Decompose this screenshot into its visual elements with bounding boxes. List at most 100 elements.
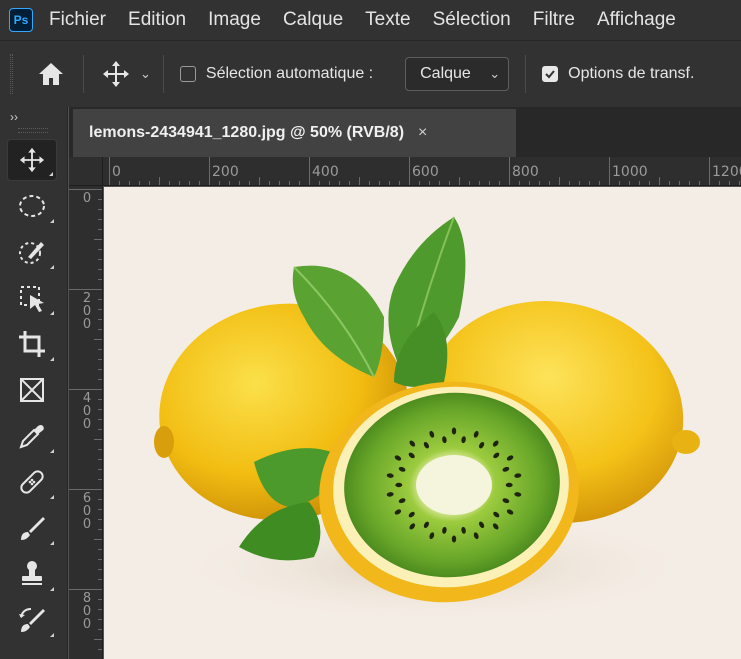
stamp-tool[interactable] — [7, 553, 57, 595]
ruler-major-tick — [69, 389, 102, 390]
move-tool[interactable] — [7, 139, 57, 181]
ruler-minor-tick — [159, 177, 160, 185]
ruler-minor-tick — [279, 181, 280, 185]
ruler-major-tick — [109, 157, 110, 185]
object-selection-icon — [20, 286, 44, 312]
separator — [525, 55, 527, 93]
eyedropper-tool[interactable] — [7, 415, 57, 457]
ruler-minor-tick — [98, 199, 102, 200]
menu-edition[interactable]: Edition — [128, 9, 186, 31]
ruler-minor-tick — [98, 319, 102, 320]
healing-brush-tool[interactable] — [7, 461, 57, 503]
ruler-origin[interactable] — [69, 157, 103, 186]
menu-image[interactable]: Image — [208, 9, 261, 31]
ellipse-marquee-tool[interactable] — [7, 185, 57, 227]
ruler-minor-tick — [98, 299, 102, 300]
ruler-minor-tick — [98, 549, 102, 550]
menu-filtre[interactable]: Filtre — [533, 9, 575, 31]
ruler-minor-tick — [139, 181, 140, 185]
quick-selection-icon — [19, 242, 44, 264]
vertical-ruler[interactable]: 0 200 400 600 800 — [69, 186, 103, 659]
ruler-minor-tick — [229, 181, 230, 185]
move-tool-icon — [103, 61, 129, 87]
ruler-label: 200 — [212, 164, 239, 180]
options-bar-grip[interactable] — [10, 54, 13, 94]
ruler-minor-tick — [649, 181, 650, 185]
ruler-minor-tick — [269, 181, 270, 185]
ruler-minor-tick — [339, 181, 340, 185]
close-icon[interactable]: × — [418, 124, 427, 142]
brush-tool[interactable] — [7, 507, 57, 549]
auto-select-checkbox[interactable] — [179, 66, 196, 82]
ruler-minor-tick — [98, 649, 102, 650]
photoshop-logo-icon[interactable]: Ps — [9, 8, 33, 32]
chevron-down-icon: ⌄ — [140, 66, 151, 81]
ruler-minor-tick — [699, 181, 700, 185]
crop-tool[interactable] — [7, 323, 57, 365]
ruler-label: 200 — [82, 291, 92, 332]
ruler-minor-tick — [519, 181, 520, 185]
ruler-label: 1000 — [612, 164, 648, 180]
ruler-minor-tick — [239, 181, 240, 185]
layer-select-dropdown[interactable]: Calque ⌄ — [405, 57, 510, 91]
tools-panel-header[interactable]: ›› — [0, 107, 67, 135]
ruler-minor-tick — [319, 181, 320, 185]
ruler-minor-tick — [98, 599, 102, 600]
kiwi-seed — [451, 535, 457, 543]
object-selection-tool[interactable] — [7, 277, 57, 319]
ruler-minor-tick — [98, 619, 102, 620]
home-button[interactable] — [31, 54, 71, 94]
history-brush-tool[interactable] — [7, 599, 57, 641]
ruler-minor-tick — [94, 439, 102, 440]
ruler-major-tick — [209, 157, 210, 185]
transform-options-checkbox[interactable] — [542, 66, 559, 82]
horizontal-ruler[interactable]: 0 200 400 600 800 1000 1200 — [103, 157, 741, 186]
ruler-label: 600 — [412, 164, 439, 180]
ruler-minor-tick — [98, 349, 102, 350]
ruler-minor-tick — [579, 181, 580, 185]
menu-bar: Ps Fichier Edition Image Calque Texte Sé… — [0, 0, 741, 40]
move-tool-preset-button[interactable]: ⌄ — [102, 60, 151, 88]
frame-tool[interactable] — [7, 369, 57, 411]
ruler-minor-tick — [98, 479, 102, 480]
stamp-icon — [22, 561, 42, 585]
ruler-minor-tick — [589, 181, 590, 185]
ruler-minor-tick — [629, 181, 630, 185]
eyedropper-icon — [19, 425, 44, 449]
document-canvas[interactable] — [104, 187, 741, 659]
menu-affichage[interactable]: Affichage — [597, 9, 676, 31]
ruler-label: 0 — [112, 164, 121, 180]
ruler-label: 800 — [82, 591, 92, 632]
ruler-minor-tick — [249, 181, 250, 185]
ruler-minor-tick — [98, 569, 102, 570]
auto-select-label: Sélection automatique : — [205, 65, 374, 82]
quick-selection-tool[interactable] — [7, 231, 57, 273]
menu-selection[interactable]: Sélection — [433, 9, 511, 31]
ruler-minor-tick — [219, 181, 220, 185]
ruler-minor-tick — [199, 181, 200, 185]
ruler-minor-tick — [719, 181, 720, 185]
collapse-panel-icon[interactable]: ›› — [10, 110, 18, 124]
ruler-minor-tick — [98, 629, 102, 630]
ruler-minor-tick — [659, 177, 660, 185]
menu-texte[interactable]: Texte — [365, 9, 410, 31]
ruler-minor-tick — [429, 181, 430, 185]
menu-calque[interactable]: Calque — [283, 9, 343, 31]
panel-grip[interactable] — [18, 128, 48, 133]
ruler-minor-tick — [94, 639, 102, 640]
ruler-minor-tick — [479, 181, 480, 185]
ruler-label: 800 — [512, 164, 539, 180]
separator — [162, 55, 164, 93]
ruler-minor-tick — [439, 181, 440, 185]
menu-fichier[interactable]: Fichier — [49, 9, 106, 31]
ruler-minor-tick — [639, 181, 640, 185]
ruler-minor-tick — [689, 181, 690, 185]
options-bar: ⌄ Sélection automatique : Calque ⌄ Optio… — [0, 40, 741, 107]
ruler-major-tick — [69, 189, 102, 190]
ruler-minor-tick — [98, 409, 102, 410]
ruler-minor-tick — [129, 181, 130, 185]
ruler-minor-tick — [98, 269, 102, 270]
bandage-icon — [20, 470, 44, 494]
document-tab[interactable]: lemons-2434941_1280.jpg @ 50% (RVB/8) × — [73, 109, 516, 157]
ruler-minor-tick — [179, 181, 180, 185]
